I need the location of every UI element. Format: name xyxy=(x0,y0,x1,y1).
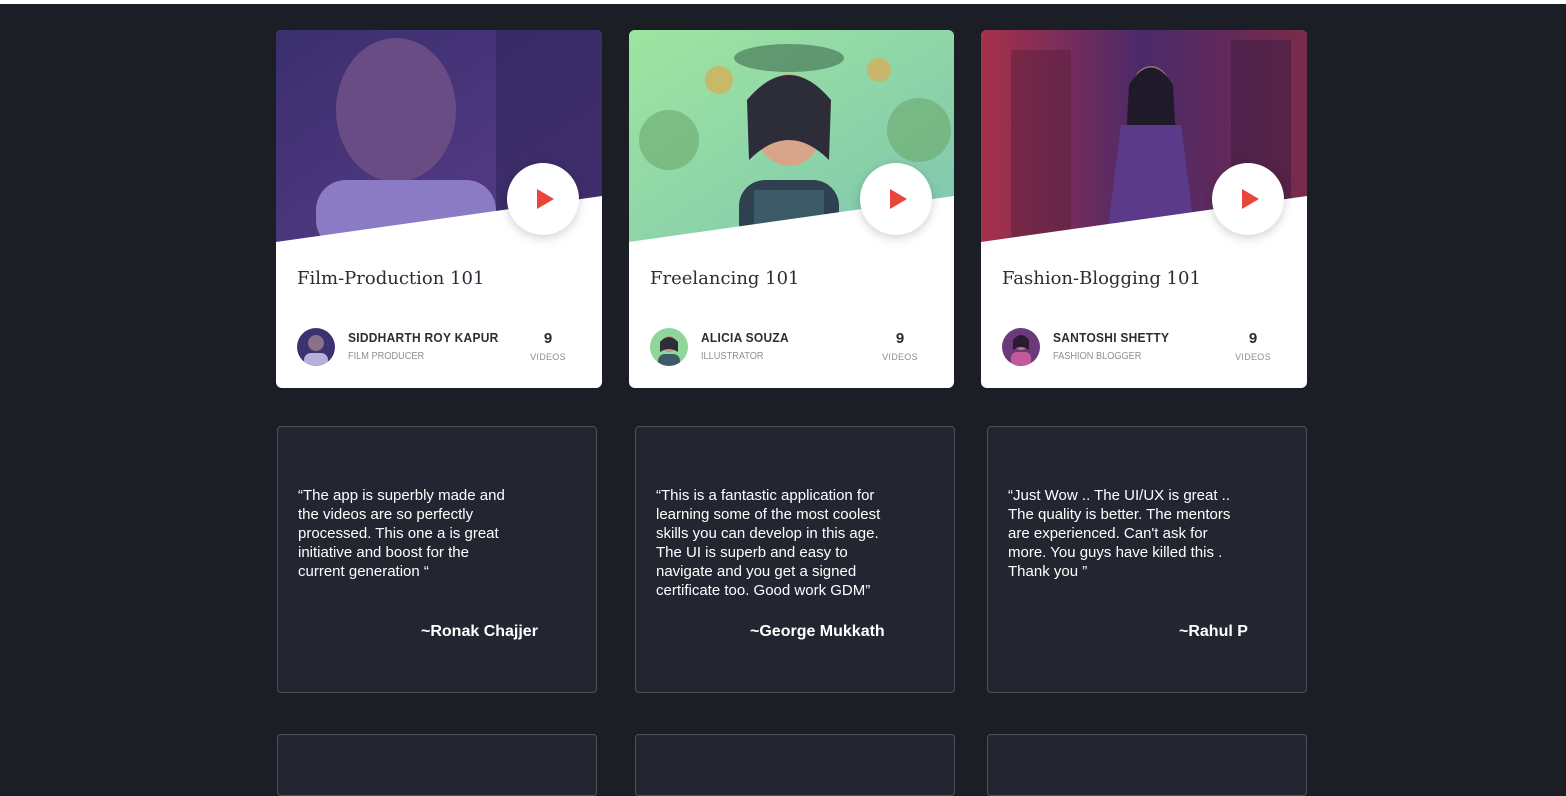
mentor-role: FILM PRODUCER xyxy=(348,351,425,362)
mentor-avatar xyxy=(1002,328,1040,366)
course-card-film-production[interactable]: Film-Production 101 SIDDHARTH ROY KAPUR … xyxy=(276,30,602,388)
course-title[interactable]: Film-Production 101 xyxy=(297,268,484,289)
mentor-role: ILLUSTRATOR xyxy=(701,351,764,362)
video-count: 9 xyxy=(895,330,905,347)
play-icon xyxy=(890,189,907,209)
play-button[interactable] xyxy=(1212,163,1284,235)
course-title[interactable]: Fashion-Blogging 101 xyxy=(1002,268,1201,289)
testimonial-card-partial xyxy=(635,734,955,796)
course-title[interactable]: Freelancing 101 xyxy=(650,268,800,289)
play-button[interactable] xyxy=(507,163,579,235)
testimonial-card-partial xyxy=(987,734,1307,796)
course-card-freelancing[interactable]: Freelancing 101 ALICIA SOUZA ILLUSTRATOR… xyxy=(629,30,954,388)
testimonial-author: ~Ronak Chajjer xyxy=(421,623,538,640)
mentor-name: ALICIA SOUZA xyxy=(701,330,789,345)
mentor-avatar xyxy=(297,328,335,366)
testimonial-quote: “This is a fantastic application for lea… xyxy=(656,487,881,599)
video-count-label: VIDEOS xyxy=(882,352,918,362)
testimonial-card: “This is a fantastic application for lea… xyxy=(635,426,955,693)
mentor-name: SIDDHARTH ROY KAPUR xyxy=(348,330,499,345)
mentor-avatar xyxy=(650,328,688,366)
course-card-fashion-blogging[interactable]: Fashion-Blogging 101 SANTOSHI SHETTY FAS… xyxy=(981,30,1307,388)
mentor-name: SANTOSHI SHETTY xyxy=(1053,330,1170,345)
testimonial-quote: “Just Wow .. The UI/UX is great .. The q… xyxy=(1008,487,1231,580)
video-count: 9 xyxy=(543,330,553,347)
video-count-label: VIDEOS xyxy=(1235,352,1271,362)
video-count: 9 xyxy=(1248,330,1258,347)
mentor-role: FASHION BLOGGER xyxy=(1053,351,1142,362)
testimonial-card-partial xyxy=(277,734,597,796)
testimonial-author: ~Rahul P xyxy=(1179,623,1248,640)
top-bar xyxy=(0,0,1566,4)
testimonial-author: ~George Mukkath xyxy=(750,623,885,640)
play-icon xyxy=(1242,189,1259,209)
testimonial-card: “Just Wow .. The UI/UX is great .. The q… xyxy=(987,426,1307,693)
play-icon xyxy=(537,189,554,209)
video-count-label: VIDEOS xyxy=(530,352,566,362)
play-button[interactable] xyxy=(860,163,932,235)
testimonial-card: “The app is superbly made and the videos… xyxy=(277,426,597,693)
testimonial-quote: “The app is superbly made and the videos… xyxy=(298,487,505,580)
